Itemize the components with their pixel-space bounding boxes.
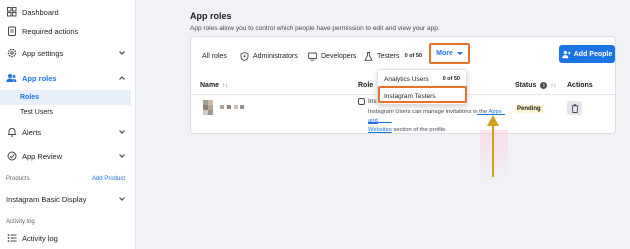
add-person-icon [562,50,571,59]
caret-down-icon [456,52,463,55]
tab-all-roles[interactable]: All roles [202,50,227,62]
trash-icon [571,103,578,113]
sidebar: Dashboard Required actions App settings … [0,0,136,249]
sidebar-item-label: Alerts [22,127,42,137]
sort-icon: ↑↓ [222,82,229,89]
column-label: Status [515,82,537,89]
tab-label: Testers [377,52,400,60]
more-label: More [436,50,453,57]
sidebar-item-label: Required actions [22,26,79,36]
tab-label: Developers [321,52,357,60]
sidebar-item-label: App settings [22,48,64,58]
annotation-arrow-icon [487,115,499,177]
chevron-down-icon [119,51,125,55]
chevron-down-icon [119,130,125,134]
sidebar-item-app-roles[interactable]: App roles [0,69,136,87]
annotation-highlight-box [378,86,467,103]
column-label: Role [358,82,374,89]
bell-icon [6,127,17,138]
activity-log-section-label: Activity log [6,219,35,225]
sidebar-item-test-users[interactable]: Test Users [0,105,131,120]
analytics-count: 0 of 50 [442,76,460,82]
tab-label: Administrators [253,52,298,60]
tab-label: All roles [202,52,227,60]
info-icon: i [540,82,548,89]
column-header-name[interactable]: Name ↑↓ [200,82,228,89]
monitor-icon [308,52,317,61]
column-header-role[interactable]: Role [358,82,373,89]
sidebar-item-dashboard[interactable]: Dashboard [0,3,136,21]
add-product-link[interactable]: Add Product [92,176,125,182]
people-icon [6,73,17,84]
sidebar-item-required-actions[interactable]: Required actions [0,22,136,40]
sidebar-item-app-review[interactable]: App Review [0,147,136,165]
chevron-down-icon [119,154,125,158]
sidebar-item-label: Instagram Basic Display [6,194,87,204]
add-people-label: Add People [573,50,613,58]
column-label: Name [200,82,220,89]
clipboard-icon [6,26,17,37]
list-icon [6,233,17,244]
page-subtitle: App roles allow you to control which peo… [190,25,440,32]
sidebar-item-label: App roles [22,73,57,83]
menu-item-analytics-users[interactable]: Analytics Users 0 of 50 [378,72,466,86]
shield-icon [240,51,249,61]
more-tabs-button[interactable]: More [429,43,470,64]
sidebar-item-label: Dashboard [22,7,59,17]
annotation-underline [368,122,392,123]
sidebar-item-app-settings[interactable]: App settings [0,44,136,62]
check-circle-icon [6,151,17,162]
role-description-text: Instagram Users can manage invitations i… [368,109,489,115]
menu-item-label: Analytics Users [384,75,429,83]
sidebar-item-alerts[interactable]: Alerts [0,123,136,141]
apps-and-websites-link-cont[interactable]: Websites [368,127,392,133]
products-section-label: Products [6,176,30,182]
delete-button[interactable] [567,101,582,115]
column-header-actions: Actions [567,82,593,89]
sort-icon: ↑↓ [550,82,557,89]
sidebar-item-label: Activity log [22,233,58,243]
tab-administrators[interactable]: Administrators [240,50,298,62]
flask-icon [364,51,373,61]
tab-developers[interactable]: Developers [308,50,356,62]
sidebar-item-roles[interactable]: Roles [0,90,131,105]
tab-testers[interactable]: Testers 0 of 50 [364,50,422,62]
sidebar-item-label: App Review [22,151,63,161]
column-label: Actions [567,82,593,89]
testers-count: 0 of 50 [404,53,422,59]
add-people-button[interactable]: Add People [559,45,615,63]
page-title: App roles [190,11,232,21]
status-badge: Pending [515,105,543,113]
role-description-suffix: section of the profile. [391,127,447,133]
chevron-up-icon [119,76,125,80]
instagram-icon [358,98,365,105]
column-header-status[interactable]: Status i ↑↓ [515,82,556,89]
dashboard-icon [6,7,17,18]
chevron-down-icon [119,197,125,201]
sidebar-item-activity-log[interactable]: Activity log [0,229,136,247]
gear-icon [6,48,17,59]
sidebar-item-instagram-basic-display[interactable]: Instagram Basic Display [0,190,136,208]
